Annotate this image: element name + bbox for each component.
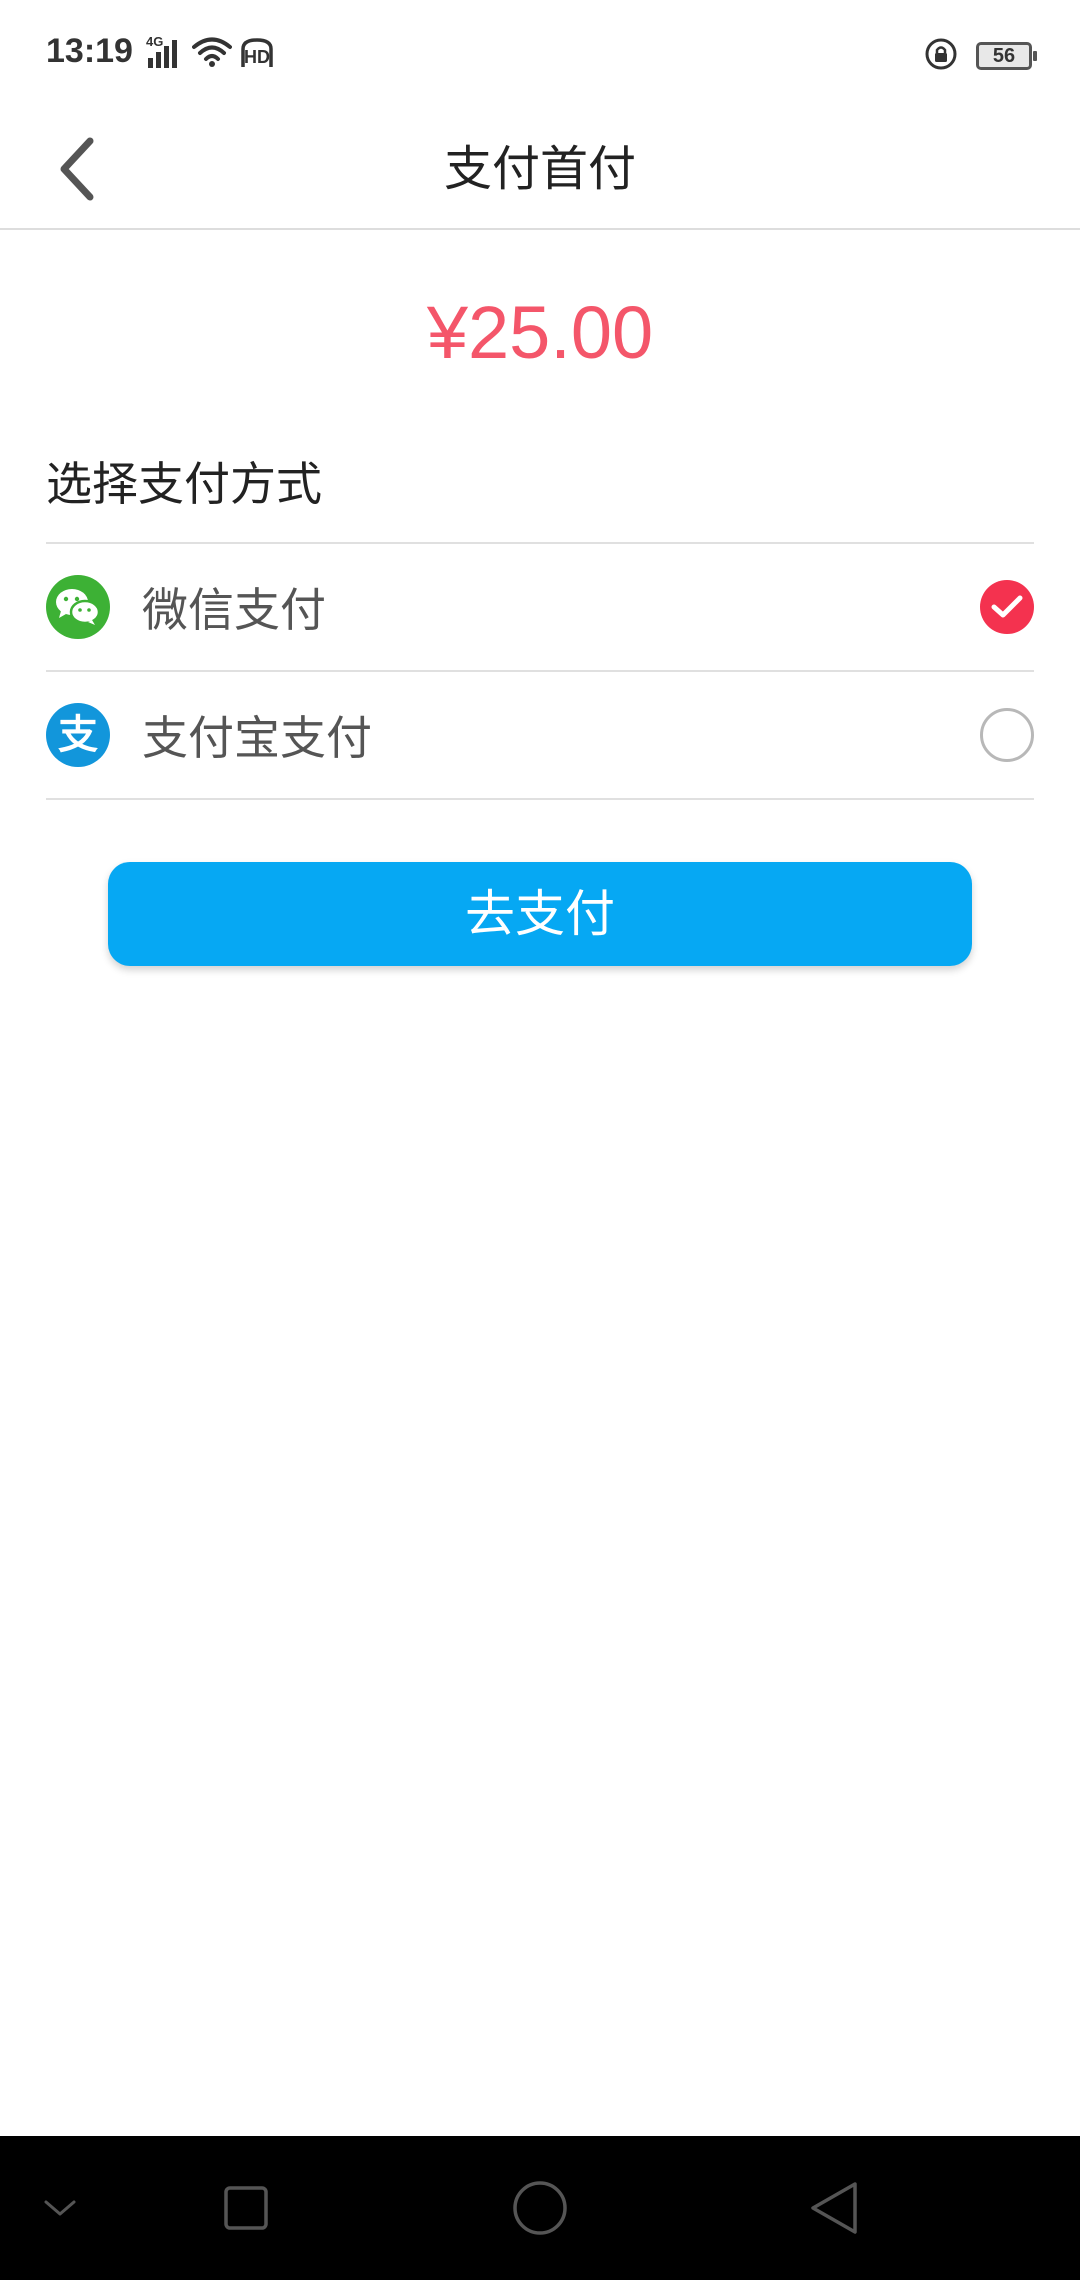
chevron-left-icon [60,137,94,201]
nav-back-button[interactable] [784,2136,884,2280]
battery-icon: 56 [976,42,1037,70]
status-bar: 13:19 4G HD 56 [0,0,1080,110]
wifi-icon [192,36,232,72]
hd-icon: HD [240,37,274,71]
payment-option-alipay[interactable]: 支 支付宝支付 [46,672,1034,798]
wechat-pay-icon [46,575,110,639]
signal-icon: 4G [146,34,182,70]
alipay-icon: 支 [46,703,110,767]
rotation-lock-icon [924,37,958,75]
hd-label: HD [244,47,270,67]
status-time: 13:19 [46,32,133,70]
back-button[interactable] [36,124,116,214]
system-nav-bar [0,2136,1080,2280]
status-icons-right: 56 [924,36,1037,76]
chevron-down-icon [44,2200,76,2216]
nav-recents-button[interactable] [196,2136,296,2280]
radio-selected[interactable] [980,580,1034,634]
pay-button[interactable]: 去支付 [108,862,972,966]
circle-icon [513,2181,567,2235]
square-icon [224,2186,268,2230]
section-title: 选择支付方式 [46,457,322,511]
status-icons-left: 4G HD [146,34,274,72]
payment-amount: ¥25.00 [426,291,654,374]
nav-home-button[interactable] [490,2136,590,2280]
payment-screen: 13:19 4G HD 56 支付首付 ¥25.00 选择支付方式 微信支付 支… [0,0,1080,2280]
triangle-back-icon [811,2182,857,2234]
nav-collapse-button[interactable] [20,2136,100,2280]
radio-unselected[interactable] [980,708,1034,762]
page-title: 支付首付 [443,141,636,197]
payment-option-label: 支付宝支付 [142,711,372,765]
payment-option-label: 微信支付 [142,583,326,637]
battery-level: 56 [992,45,1016,67]
header-bar: 支付首付 [0,110,1080,230]
checkmark-icon [991,595,1023,618]
divider [46,798,1034,800]
alipay-glyph: 支 [58,712,98,758]
payment-option-wechat[interactable]: 微信支付 [46,544,1034,670]
